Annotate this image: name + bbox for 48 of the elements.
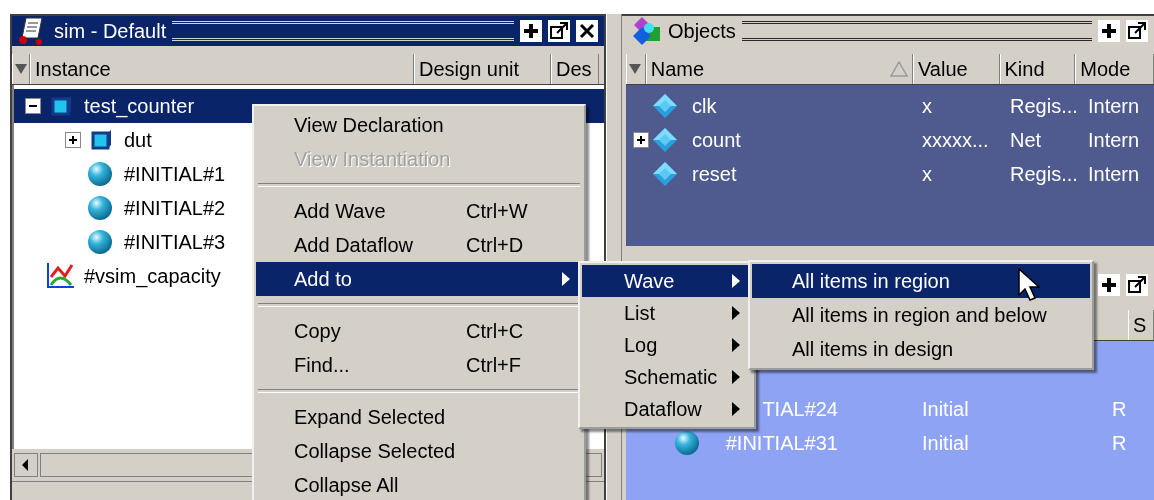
shortcut-label: Ctrl+F <box>466 353 522 377</box>
menu-label: Collapse All <box>294 473 399 497</box>
instance-name: dut <box>124 128 152 152</box>
kind-cell-text: Regis... <box>1010 94 1079 118</box>
menu-label: Add Wave <box>294 199 386 223</box>
kind-cell-text: Net <box>1010 128 1043 152</box>
instance-name: #INITIAL#1 <box>124 162 226 186</box>
signal-name: count <box>691 128 742 152</box>
mode-cell-text: Intern <box>1088 94 1141 118</box>
instance-name: test_counter <box>84 94 195 118</box>
mode-cell-text: Intern <box>1088 162 1141 186</box>
menu-label: View Declaration <box>294 113 444 137</box>
shortcut-label: Ctrl+W <box>466 199 529 223</box>
menu-label: All items in design <box>792 337 954 361</box>
menu-label: List <box>624 301 656 325</box>
mode-cell-text: Intern <box>1088 128 1141 152</box>
menu-label: Dataflow <box>624 397 702 421</box>
shortcut-label: Ctrl+D <box>466 233 525 257</box>
signal-name: clk <box>691 94 718 118</box>
instance-name: #INITIAL#3 <box>124 230 226 254</box>
menu-label: Add to <box>294 267 352 291</box>
panel-title: Objects <box>668 19 736 43</box>
column-label: Name <box>650 57 705 81</box>
menu-label: Collapse Selected <box>294 439 456 463</box>
instance-name: #vsim_capacity <box>84 264 221 288</box>
type-cell-text: Initial <box>921 397 970 421</box>
panel-title: sim - Default <box>54 19 167 43</box>
value-cell-text: xxxxx... <box>921 128 990 152</box>
signal-name: reset <box>691 162 738 186</box>
value-cell-text: x <box>921 162 933 186</box>
table-cell-text: R <box>1111 431 1127 455</box>
menu-label: Log <box>624 333 658 357</box>
process-name: TIAL#24 <box>762 397 838 420</box>
type-cell-text: Initial <box>921 431 970 455</box>
instance-name: #INITIAL#2 <box>124 196 226 220</box>
process-name: #INITIAL#31 <box>725 431 838 454</box>
menu-label: All items in region <box>792 269 950 293</box>
table-cell-text: R <box>1111 397 1127 421</box>
menu-label: All items in region and below <box>792 303 1047 327</box>
menu-label: Wave <box>624 269 675 293</box>
menu-label: Schematic <box>624 365 718 389</box>
value-cell-text: x <box>921 94 933 118</box>
kind-cell-text: Regis... <box>1010 162 1079 186</box>
menu-label: Expand Selected <box>294 405 446 429</box>
menu-label: Find... <box>294 353 350 377</box>
shortcut-label: Ctrl+C <box>466 319 525 343</box>
menu-label: Add Dataflow <box>294 233 413 257</box>
menu-label: Copy <box>294 319 341 343</box>
